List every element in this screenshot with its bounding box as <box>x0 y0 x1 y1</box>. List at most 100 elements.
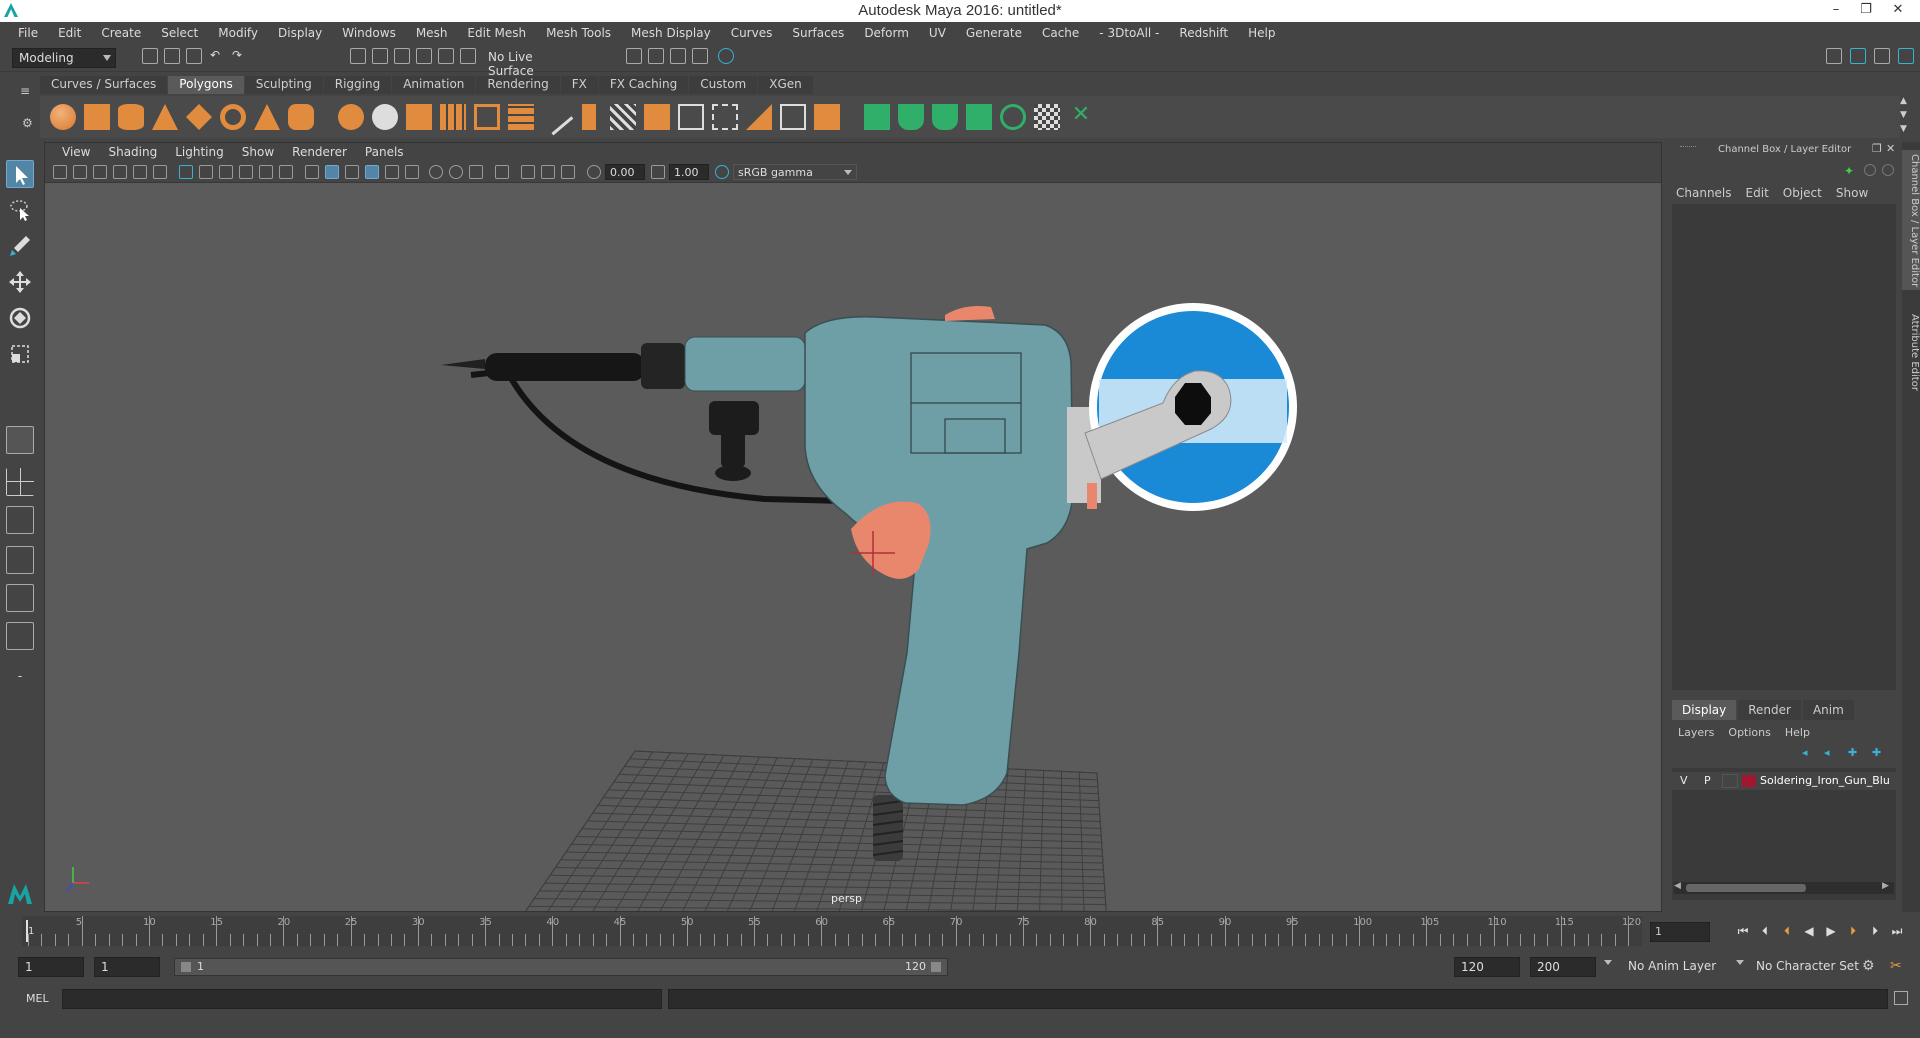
shelf-tab-sculpting[interactable]: Sculpting <box>244 76 323 94</box>
append-polygon-icon[interactable] <box>678 104 704 130</box>
layer-name[interactable]: Soldering_Iron_Gun_Blu <box>1760 774 1894 787</box>
menu-create[interactable]: Create <box>91 26 151 40</box>
poly-cube-icon[interactable] <box>84 104 110 130</box>
axis-display-icon[interactable]: ✦ <box>1844 164 1854 178</box>
layer-tab-render[interactable]: Render <box>1738 700 1801 720</box>
menu-deform[interactable]: Deform <box>854 26 919 40</box>
new-scene-icon[interactable] <box>142 48 158 64</box>
wireframe-icon[interactable] <box>305 165 319 179</box>
shelf-expand-icon[interactable]: ▼ <box>1900 124 1907 134</box>
step-back-key-icon[interactable]: ⏴ <box>1758 924 1772 938</box>
modeling-toolkit-icon[interactable] <box>1826 48 1842 64</box>
multi-cut-icon[interactable] <box>536 98 574 136</box>
channel-box-toggle-icon[interactable] <box>1898 48 1914 64</box>
anim-layer-dropdown[interactable]: No Anim Layer <box>1622 957 1740 977</box>
channel-box-option-icon-2[interactable] <box>1882 164 1894 176</box>
layer-display-type-toggle[interactable] <box>1722 774 1738 788</box>
step-forward-frame-icon[interactable]: ⏵ <box>1846 924 1860 938</box>
two-d-pan-zoom-icon[interactable] <box>133 165 147 179</box>
toolbox-collapse-icon[interactable]: - <box>6 662 34 690</box>
channel-box-menu-edit[interactable]: Edit <box>1746 186 1769 200</box>
shelf-tab-fx[interactable]: FX <box>560 76 598 94</box>
channel-box-menu-object[interactable]: Object <box>1783 186 1822 200</box>
poly-cone-icon[interactable] <box>152 104 178 130</box>
camera-select-icon[interactable] <box>53 165 67 179</box>
script-editor-icon[interactable] <box>1894 991 1908 1005</box>
range-start-handle[interactable] <box>181 962 191 972</box>
playback-end-field[interactable]: 120 <box>1454 957 1520 977</box>
new-layer-icon[interactable]: ✚ <box>1848 746 1857 759</box>
snap-point-icon[interactable] <box>460 48 476 64</box>
camera-attributes-icon[interactable] <box>73 165 87 179</box>
menu-mesh-display[interactable]: Mesh Display <box>621 26 721 40</box>
select-by-object-icon[interactable] <box>372 48 388 64</box>
shelf-tab-rendering[interactable]: Rendering <box>476 76 560 94</box>
poly-pyramid-icon[interactable] <box>254 104 280 130</box>
mirror-icon[interactable] <box>508 104 534 130</box>
current-frame-field[interactable]: 1 <box>1650 922 1710 942</box>
channel-box-list[interactable] <box>1672 204 1896 690</box>
hypershade-icon[interactable] <box>718 48 734 64</box>
poly-sphere-icon[interactable] <box>50 104 76 130</box>
shelf-tab-xgen[interactable]: XGen <box>758 76 813 94</box>
new-layer-selected-icon[interactable]: ✚ <box>1872 746 1881 759</box>
menu-redshift[interactable]: Redshift <box>1169 26 1238 40</box>
lasso-tool-icon[interactable] <box>6 196 34 224</box>
undo-icon[interactable]: ↶ <box>210 48 226 64</box>
grid-toggle-icon[interactable] <box>179 165 193 179</box>
render-settings-icon[interactable] <box>692 48 708 64</box>
playback-start-field[interactable]: 1 <box>94 957 160 977</box>
step-back-frame-icon[interactable]: ⏴ <box>1780 924 1794 938</box>
move-layer-down-icon[interactable]: ◂ <box>1824 746 1830 759</box>
chevron-down-icon[interactable] <box>1604 960 1612 965</box>
character-set-dropdown[interactable]: No Character Set <box>1750 957 1866 977</box>
close-panel-icon[interactable]: ✕ <box>1886 142 1895 155</box>
menu-mesh[interactable]: Mesh <box>406 26 458 40</box>
persp-outliner-layout-icon[interactable] <box>6 506 34 534</box>
combine-icon[interactable] <box>338 104 364 130</box>
isolate-select-icon[interactable] <box>495 165 509 179</box>
menu-display[interactable]: Display <box>268 26 332 40</box>
scroll-down-icon[interactable]: ▼ <box>1900 110 1907 120</box>
rotate-tool-icon[interactable] <box>6 304 34 332</box>
ambient-occlusion-icon[interactable] <box>429 165 443 179</box>
viewport-menu-show[interactable]: Show <box>233 145 283 159</box>
poly-cylinder-icon[interactable] <box>118 104 144 130</box>
animation-start-field[interactable]: 1 <box>18 957 84 977</box>
menu-3dtoall[interactable]: - 3DtoAll - <box>1089 26 1169 40</box>
command-input[interactable] <box>62 989 662 1009</box>
xray-joints-icon[interactable] <box>541 165 555 179</box>
side-tab-attribute-editor[interactable]: Attribute Editor <box>1902 310 1920 410</box>
shelf-tab-curves-surfaces[interactable]: Curves / Surfaces <box>40 76 168 94</box>
view-transform-dropdown[interactable]: sRGB gamma <box>733 164 857 180</box>
separate-icon[interactable] <box>372 104 398 130</box>
uv-automatic-icon[interactable] <box>966 104 992 130</box>
layer-menu-layers[interactable]: Layers <box>1678 726 1714 739</box>
bridge-icon[interactable] <box>610 104 636 130</box>
persp-graph-layout-icon[interactable] <box>6 546 34 574</box>
layer-visibility-toggle[interactable]: V <box>1680 774 1688 787</box>
snap-curve-icon[interactable] <box>438 48 454 64</box>
menu-curves[interactable]: Curves <box>721 26 783 40</box>
bevel-icon[interactable] <box>644 104 670 130</box>
shelf-tab-animation[interactable]: Animation <box>392 76 476 94</box>
image-plane-icon[interactable] <box>113 165 127 179</box>
menu-cache[interactable]: Cache <box>1032 26 1089 40</box>
grease-pencil-icon[interactable] <box>153 165 167 179</box>
channel-box-menu-channels[interactable]: Channels <box>1676 186 1732 200</box>
select-tool-icon[interactable] <box>6 160 34 188</box>
bookmark-icon[interactable] <box>93 165 107 179</box>
viewport-menu-renderer[interactable]: Renderer <box>283 145 356 159</box>
live-surface-field[interactable]: No Live Surface <box>482 48 586 78</box>
animation-end-field[interactable]: 200 <box>1530 957 1596 977</box>
layer-menu-help[interactable]: Help <box>1785 726 1810 739</box>
persp-uv-layout-icon[interactable] <box>6 622 34 650</box>
booleans-icon[interactable] <box>440 104 466 130</box>
smooth-shade-all-icon[interactable] <box>325 165 339 179</box>
chevron-down-icon[interactable] <box>1736 960 1744 965</box>
shelf-tab-custom[interactable]: Custom <box>689 76 758 94</box>
uv-spherical-icon[interactable] <box>932 104 958 130</box>
range-end-handle[interactable] <box>931 962 941 972</box>
shelf-scroll[interactable]: ▲ ▼ ▼ <box>1898 96 1912 136</box>
menu-surfaces[interactable]: Surfaces <box>782 26 854 40</box>
